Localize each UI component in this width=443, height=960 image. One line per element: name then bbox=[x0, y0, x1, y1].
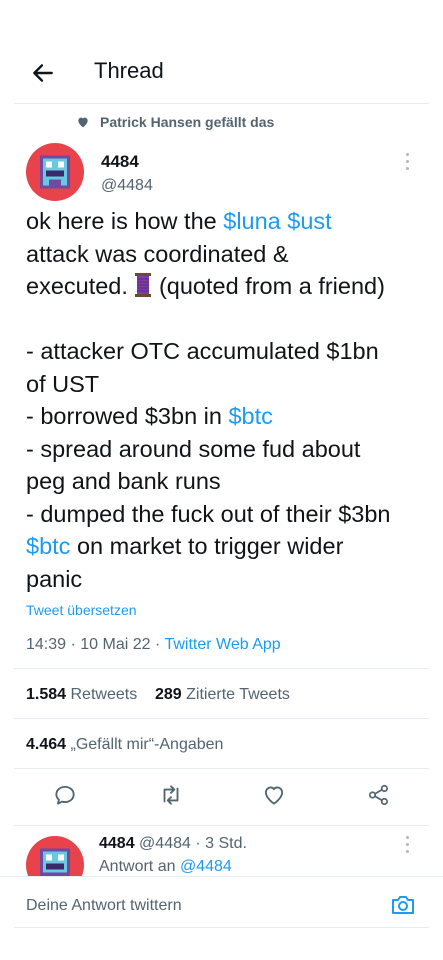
retweets-count: 1.584 bbox=[26, 686, 67, 703]
like-button[interactable] bbox=[261, 782, 287, 808]
tweet-text-segment: ok here is how the bbox=[26, 208, 224, 234]
tweet-meta: 14:39 · 10 Mai 22 · Twitter Web App bbox=[26, 636, 281, 653]
divider bbox=[14, 718, 429, 719]
more-options-button[interactable] bbox=[404, 153, 410, 173]
cashtag-btc[interactable]: $btc bbox=[228, 403, 272, 429]
back-button[interactable] bbox=[30, 60, 56, 86]
tweet-source-link[interactable]: Twitter Web App bbox=[164, 636, 280, 653]
avatar[interactable] bbox=[26, 143, 84, 201]
divider bbox=[14, 768, 429, 769]
retweet-button[interactable] bbox=[158, 782, 184, 808]
reply-more-options-button[interactable] bbox=[404, 836, 410, 856]
header-divider bbox=[14, 103, 429, 104]
quotes-stat[interactable]: 289 Zitierte Tweets bbox=[155, 686, 290, 703]
camera-button[interactable] bbox=[390, 893, 416, 917]
quotes-count: 289 bbox=[154, 686, 182, 703]
retweets-stat[interactable]: 1.584 Retweets bbox=[26, 686, 137, 703]
page-title: Thread bbox=[94, 58, 164, 83]
share-icon bbox=[368, 784, 388, 806]
reply-icon bbox=[55, 785, 75, 805]
arrow-left-icon bbox=[33, 64, 53, 82]
tweet-actions bbox=[0, 782, 443, 812]
thread-spool-icon bbox=[135, 273, 152, 297]
translate-link[interactable]: Tweet übersetzen bbox=[26, 602, 137, 618]
author-handle[interactable]: @4484 bbox=[101, 177, 153, 195]
pixel-monster-avatar-icon bbox=[40, 155, 70, 189]
reply-author-handle[interactable]: @4484 bbox=[139, 835, 191, 852]
reply-button[interactable] bbox=[52, 782, 78, 808]
tweet-time: 14:39 bbox=[26, 636, 67, 653]
heart-outline-icon bbox=[264, 786, 284, 805]
reply-to-line: Antwort an @4484 bbox=[99, 858, 232, 876]
author-name[interactable]: 4484 bbox=[101, 152, 139, 172]
likes-count: 4.464 bbox=[26, 736, 67, 753]
retweets-label: Retweets bbox=[70, 686, 138, 703]
social-context-label: Patrick Hansen gefällt das bbox=[100, 114, 275, 130]
more-dots-icon bbox=[405, 153, 409, 156]
quotes-label: Zitierte Tweets bbox=[186, 686, 290, 703]
social-context: Patrick Hansen gefällt das bbox=[76, 114, 274, 130]
likes-label: „Gefällt mir“-Angaben bbox=[70, 736, 224, 753]
divider bbox=[14, 825, 429, 826]
tweet-text-segment: - spread around some fud about peg and b… bbox=[26, 435, 391, 527]
reply-time: 3 Std. bbox=[205, 835, 247, 852]
reply-author-name[interactable]: 4484 bbox=[99, 835, 135, 852]
more-dots-icon bbox=[405, 836, 409, 839]
tweet-text-segment: on market to trigger wider panic bbox=[26, 533, 344, 592]
camera-icon bbox=[392, 896, 414, 914]
reply-input[interactable]: Deine Antwort twittern bbox=[26, 897, 182, 915]
retweet-stats: 1.584 Retweets 289 Zitierte Tweets bbox=[26, 686, 290, 704]
cashtag-ust[interactable]: $ust bbox=[287, 208, 331, 234]
tweet-text: ok here is how the $luna $ust attack was… bbox=[26, 205, 426, 595]
likes-stat[interactable]: 4.464 „Gefällt mir“-Angaben bbox=[26, 736, 223, 754]
heart-icon bbox=[78, 117, 88, 128]
reply-header: 4484 @4484 · 3 Std. bbox=[99, 835, 247, 852]
reply-to-label: Antwort an bbox=[99, 858, 176, 875]
composer-divider bbox=[14, 927, 429, 928]
share-button[interactable] bbox=[366, 782, 392, 808]
divider bbox=[14, 668, 429, 669]
cashtag-luna[interactable]: $luna bbox=[223, 208, 281, 234]
top-bar: Thread bbox=[0, 40, 443, 102]
reply-composer[interactable]: Deine Antwort twittern bbox=[0, 876, 443, 931]
retweet-icon bbox=[163, 785, 179, 805]
reply-to-handle[interactable]: @4484 bbox=[180, 858, 232, 875]
cashtag-btc[interactable]: $btc bbox=[26, 533, 70, 559]
tweet-date: 10 Mai 22 bbox=[80, 636, 151, 653]
